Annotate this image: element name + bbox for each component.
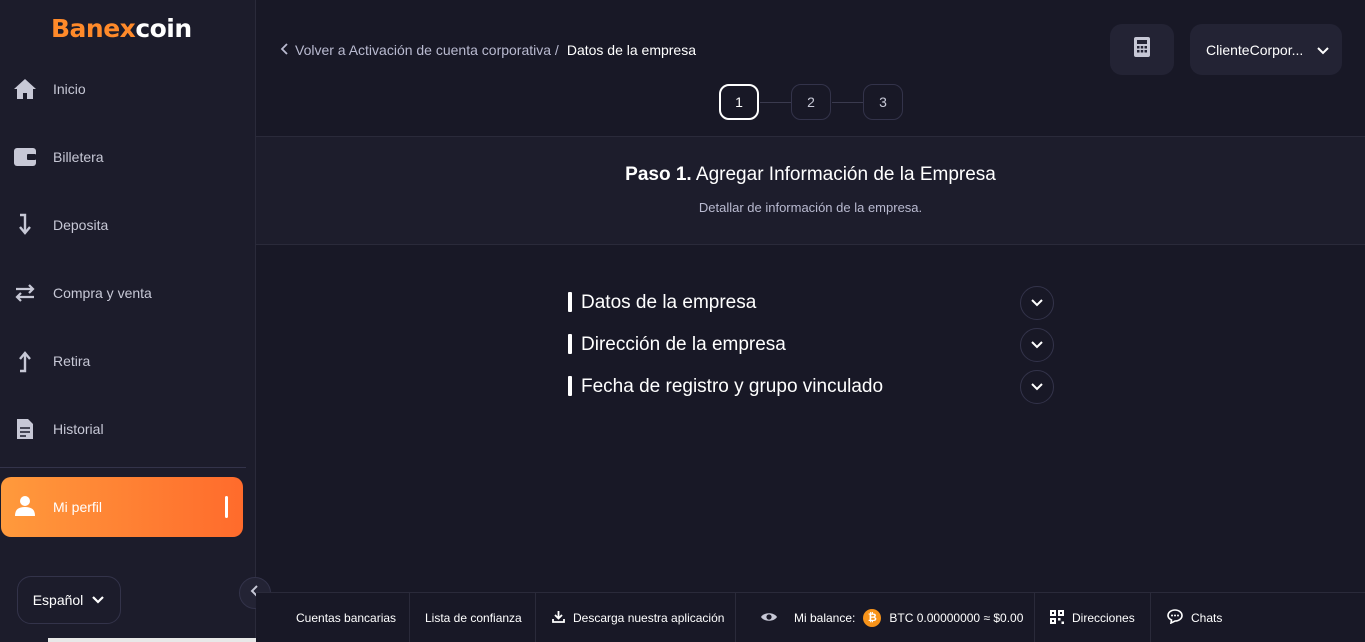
balance-display: Mi balance: ₿ BTC 0.00000000 ≈ $0.00 [760,593,1023,642]
footer-divider [409,593,410,642]
sidebar-item-billetera[interactable]: Billetera [0,127,256,187]
download-app-label: Descarga nuestra aplicación [573,611,725,625]
chevron-down-icon [91,592,105,608]
sidebar-item-historial[interactable]: Historial [0,399,256,459]
language-label: Español [32,592,84,608]
download-icon [552,610,565,626]
logo-part-2: coin [135,14,192,43]
scrollbar[interactable] [48,638,256,642]
section-datos-empresa[interactable]: Datos de la empresa [568,286,1054,320]
section-direccion-empresa[interactable]: Dirección de la empresa [568,328,1054,362]
back-link[interactable]: Volver a Activación de cuenta corporativ… [295,42,559,58]
footer-divider [735,593,736,642]
chevron-down-icon [1031,378,1043,396]
chevron-down-icon [1031,294,1043,312]
sidebar-item-inicio[interactable]: Inicio [0,59,256,119]
sidebar-item-label: Compra y venta [53,285,152,301]
chevron-left-icon [280,42,289,58]
step-banner: Paso 1. Agregar Información de la Empres… [256,137,1365,245]
sidebar-item-label: Mi perfil [53,499,103,515]
user-icon [14,495,38,519]
chat-icon [1167,609,1183,627]
balance-label: Mi balance: [794,611,856,625]
eye-icon[interactable] [760,611,778,626]
addresses-link[interactable]: Direcciones [1050,593,1135,642]
sidebar-item-compra-venta[interactable]: Compra y venta [0,263,256,323]
chats-link[interactable]: Chats [1167,593,1222,642]
swap-icon [13,281,37,305]
home-icon [13,77,37,101]
step-title: Paso 1. Agregar Información de la Empres… [256,164,1365,186]
step-title-text: Agregar Información de la Empresa [695,164,996,185]
step-2[interactable]: 2 [791,84,831,120]
footer-divider [1034,593,1035,642]
expand-button[interactable] [1020,286,1054,320]
footer-divider [535,593,536,642]
chevron-down-icon [1317,42,1329,58]
calculator-button[interactable] [1110,24,1174,75]
chats-label: Chats [1191,611,1223,625]
chevron-down-icon [1031,336,1043,354]
active-indicator [225,496,228,518]
expand-button[interactable] [1020,370,1054,404]
step-3[interactable]: 3 [863,84,903,120]
bank-accounts-link[interactable]: Cuentas bancarias [296,593,396,642]
sidebar-item-deposita[interactable]: Deposita [0,195,256,255]
logo-part-1: Banex [51,14,136,43]
section-fecha-registro[interactable]: Fecha de registro y grupo vinculado [568,370,1054,404]
section-marker [568,376,572,396]
breadcrumb-current: Datos de la empresa [566,42,697,58]
section-marker [568,334,572,354]
step-connector [760,102,791,103]
section-label: Dirección de la empresa [581,334,786,355]
wallet-icon [13,145,37,169]
step-connector [832,102,863,103]
sidebar-item-mi-perfil[interactable]: Mi perfil [1,477,243,537]
sidebar-item-label: Retira [53,353,91,369]
banexcoin-logo[interactable]: Banexcoin [51,14,192,43]
calculator-icon [1134,37,1150,62]
sidebar-item-label: Inicio [53,81,86,97]
expand-button[interactable] [1020,328,1054,362]
bitcoin-icon: ₿ [863,609,882,627]
footer-bar: Cuentas bancarias Lista de confianza Des… [256,592,1365,642]
addresses-label: Direcciones [1072,611,1135,625]
bank-accounts-label: Cuentas bancarias [296,611,397,625]
sidebar-item-retira[interactable]: Retira [0,331,256,391]
trust-list-label: Lista de confianza [425,611,522,625]
qr-code-icon [1050,609,1064,627]
trust-list-link[interactable]: Lista de confianza [425,593,522,642]
balance-value: BTC 0.00000000 ≈ $0.00 [889,611,1024,625]
download-app-link[interactable]: Descarga nuestra aplicación [552,593,724,642]
step-subtitle: Detallar de información de la empresa. [698,200,923,215]
sidebar-item-label: Historial [53,421,104,437]
sidebar-item-label: Billetera [53,149,104,165]
footer-divider [1150,593,1151,642]
arrow-up-icon [13,349,37,373]
breadcrumb: Volver a Activación de cuenta corporativ… [280,42,696,58]
sidebar-divider [0,467,246,468]
section-label: Fecha de registro y grupo vinculado [581,376,884,397]
section-label: Datos de la empresa [581,292,757,313]
language-selector[interactable]: Español [17,576,121,624]
sidebar: Banexcoin Inicio Billetera Deposita Comp… [0,0,256,642]
arrow-down-icon [13,213,37,237]
user-menu-button[interactable]: ClienteCorpor... [1190,24,1342,75]
step-1[interactable]: 1 [719,84,759,120]
sidebar-item-label: Deposita [53,217,109,233]
section-marker [568,292,572,312]
step-title-bold: Paso 1. [625,164,692,185]
user-name: ClienteCorpor... [1206,41,1304,58]
document-icon [13,417,37,441]
